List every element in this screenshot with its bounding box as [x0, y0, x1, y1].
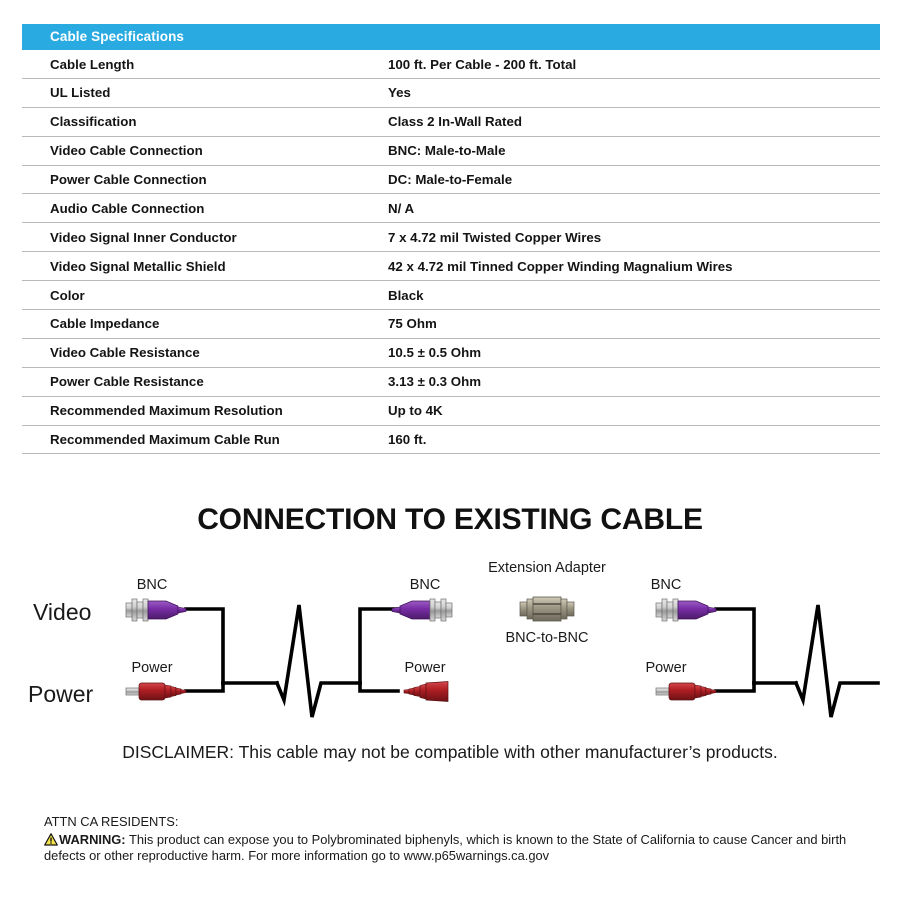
wire-right-power: [714, 681, 756, 693]
extension-adapter-icon: [519, 596, 575, 622]
cable-wires: [184, 604, 880, 718]
adapter-title: Extension Adapter: [488, 560, 606, 576]
table-row: Power Cable Resistance 3.13 ± 0.3 Ohm: [22, 368, 880, 397]
spec-value: 42 x 4.72 mil Tinned Copper Winding Magn…: [388, 258, 733, 274]
wire-mid-video: [358, 607, 400, 685]
wire-right-video: [714, 607, 756, 685]
wire-left-video: [184, 607, 225, 685]
spec-value: 7 x 4.72 mil Twisted Copper Wires: [388, 229, 602, 245]
spec-value: 160 ft.: [388, 432, 427, 448]
bnc-connector-left: [125, 598, 187, 622]
spec-label: Video Signal Metallic Shield: [50, 258, 226, 274]
table-row: Video Cable Connection BNC: Male-to-Male: [22, 137, 880, 166]
table-row: Classification Class 2 In-Wall Rated: [22, 108, 880, 137]
spec-value: Class 2 In-Wall Rated: [388, 114, 522, 130]
connector-label-power-left: Power: [131, 660, 172, 676]
table-row: Cable Impedance 75 Ohm: [22, 310, 880, 339]
prop65-warning-body: This product can expose you to Polybromi…: [44, 831, 847, 864]
warning-triangle-icon: [44, 832, 58, 846]
wire-mid-power: [358, 681, 400, 693]
spec-label: Power Cable Connection: [50, 172, 207, 187]
spec-value: 100 ft. Per Cable - 200 ft. Total: [388, 56, 577, 72]
bnc-connector-right: [655, 598, 717, 622]
prop65-warning-word: WARNING:: [59, 831, 126, 847]
wire-left-power: [184, 681, 225, 693]
row-label-video: Video: [33, 599, 91, 625]
connector-label-power-right: Power: [645, 660, 686, 676]
spec-label: Power Cable Resistance: [50, 374, 204, 390]
cable-break-symbol-1: [274, 604, 362, 718]
table-row: Audio Cable Connection N/ A: [22, 194, 880, 224]
table-row: Video Signal Inner Conductor 7 x 4.72 mil…: [22, 223, 880, 253]
spec-label: Audio Cable Connection: [50, 200, 205, 216]
table-row: UL Listed Yes: [22, 79, 880, 108]
connector-label-power-middle: Power: [404, 660, 445, 676]
cable-break-symbol-2: [793, 604, 880, 718]
spec-label: Recommended Maximum Resolution: [50, 403, 283, 419]
table-row: Video Cable Resistance 10.5 ± 0.5 Ohm: [22, 339, 880, 368]
spec-label: Video Cable Resistance: [50, 345, 200, 361]
spec-label: Video Signal Inner Conductor: [50, 229, 237, 245]
disclaimer-text: DISCLAIMER: This cable may not be compat…: [122, 742, 778, 762]
table-row: Recommended Maximum Resolution Up to 4K: [22, 397, 880, 426]
connection-diagram: CONNECTION TO EXISTING CABLE Video Power…: [0, 495, 900, 725]
power-connector-left: [125, 682, 187, 701]
power-connector-right: [655, 682, 717, 701]
spec-label: Video Cable Connection: [50, 143, 203, 159]
spec-label: Classification: [50, 114, 137, 130]
bnc-connector-middle: [391, 598, 453, 622]
spec-label: Color: [50, 287, 85, 303]
spec-value: BNC: Male-to-Male: [388, 143, 506, 159]
spec-value: N/ A: [388, 200, 415, 216]
spec-table-body: Cable Length 100 ft. Per Cable - 200 ft. …: [22, 50, 880, 455]
wiring-diagram-svg: Video Power BNC Power BNC Power BNC Powe…: [28, 560, 880, 718]
table-row: Cable Length 100 ft. Per Cable - 200 ft. …: [22, 50, 880, 79]
connector-label-bnc-right: BNC: [651, 577, 682, 593]
prop65-warning-line: WARNING: This product can expose you to …: [44, 832, 864, 865]
diagram-title: CONNECTION TO EXISTING CABLE: [197, 503, 703, 536]
spec-value: 75 Ohm: [388, 316, 437, 332]
spec-value: Yes: [388, 85, 411, 101]
spec-value: DC: Male-to-Female: [388, 172, 513, 187]
table-row: Color Black: [22, 281, 880, 311]
cable-specifications-table: Cable Specifications Cable Length 100 ft.…: [22, 24, 880, 455]
prop65-warning: ATTN CA RESIDENTS: WARNING: This product…: [44, 814, 864, 865]
spec-value: Up to 4K: [388, 403, 443, 419]
prop65-attn-line: ATTN CA RESIDENTS:: [44, 814, 179, 829]
spec-label: Recommended Maximum Cable Run: [50, 432, 280, 448]
spec-label: UL Listed: [50, 85, 111, 101]
spec-value: Black: [388, 287, 424, 303]
connector-label-bnc-middle: BNC: [410, 577, 441, 593]
connector-label-bnc-left: BNC: [137, 577, 168, 593]
table-row: Video Signal Metallic Shield 42 x 4.72 mi…: [22, 252, 880, 282]
spec-label: Cable Length: [50, 56, 135, 72]
spec-label: Cable Impedance: [50, 316, 160, 332]
row-label-power: Power: [28, 681, 94, 707]
spec-table-header: Cable Specifications: [22, 24, 880, 50]
adapter-subtitle: BNC-to-BNC: [506, 630, 589, 646]
spec-value: 10.5 ± 0.5 Ohm: [388, 345, 482, 361]
table-row: Recommended Maximum Cable Run 160 ft.: [22, 426, 880, 455]
table-row: Power Cable Connection DC: Male-to-Female: [22, 166, 880, 195]
power-connector-middle: [403, 681, 449, 702]
spec-value: 3.13 ± 0.3 Ohm: [388, 374, 482, 390]
